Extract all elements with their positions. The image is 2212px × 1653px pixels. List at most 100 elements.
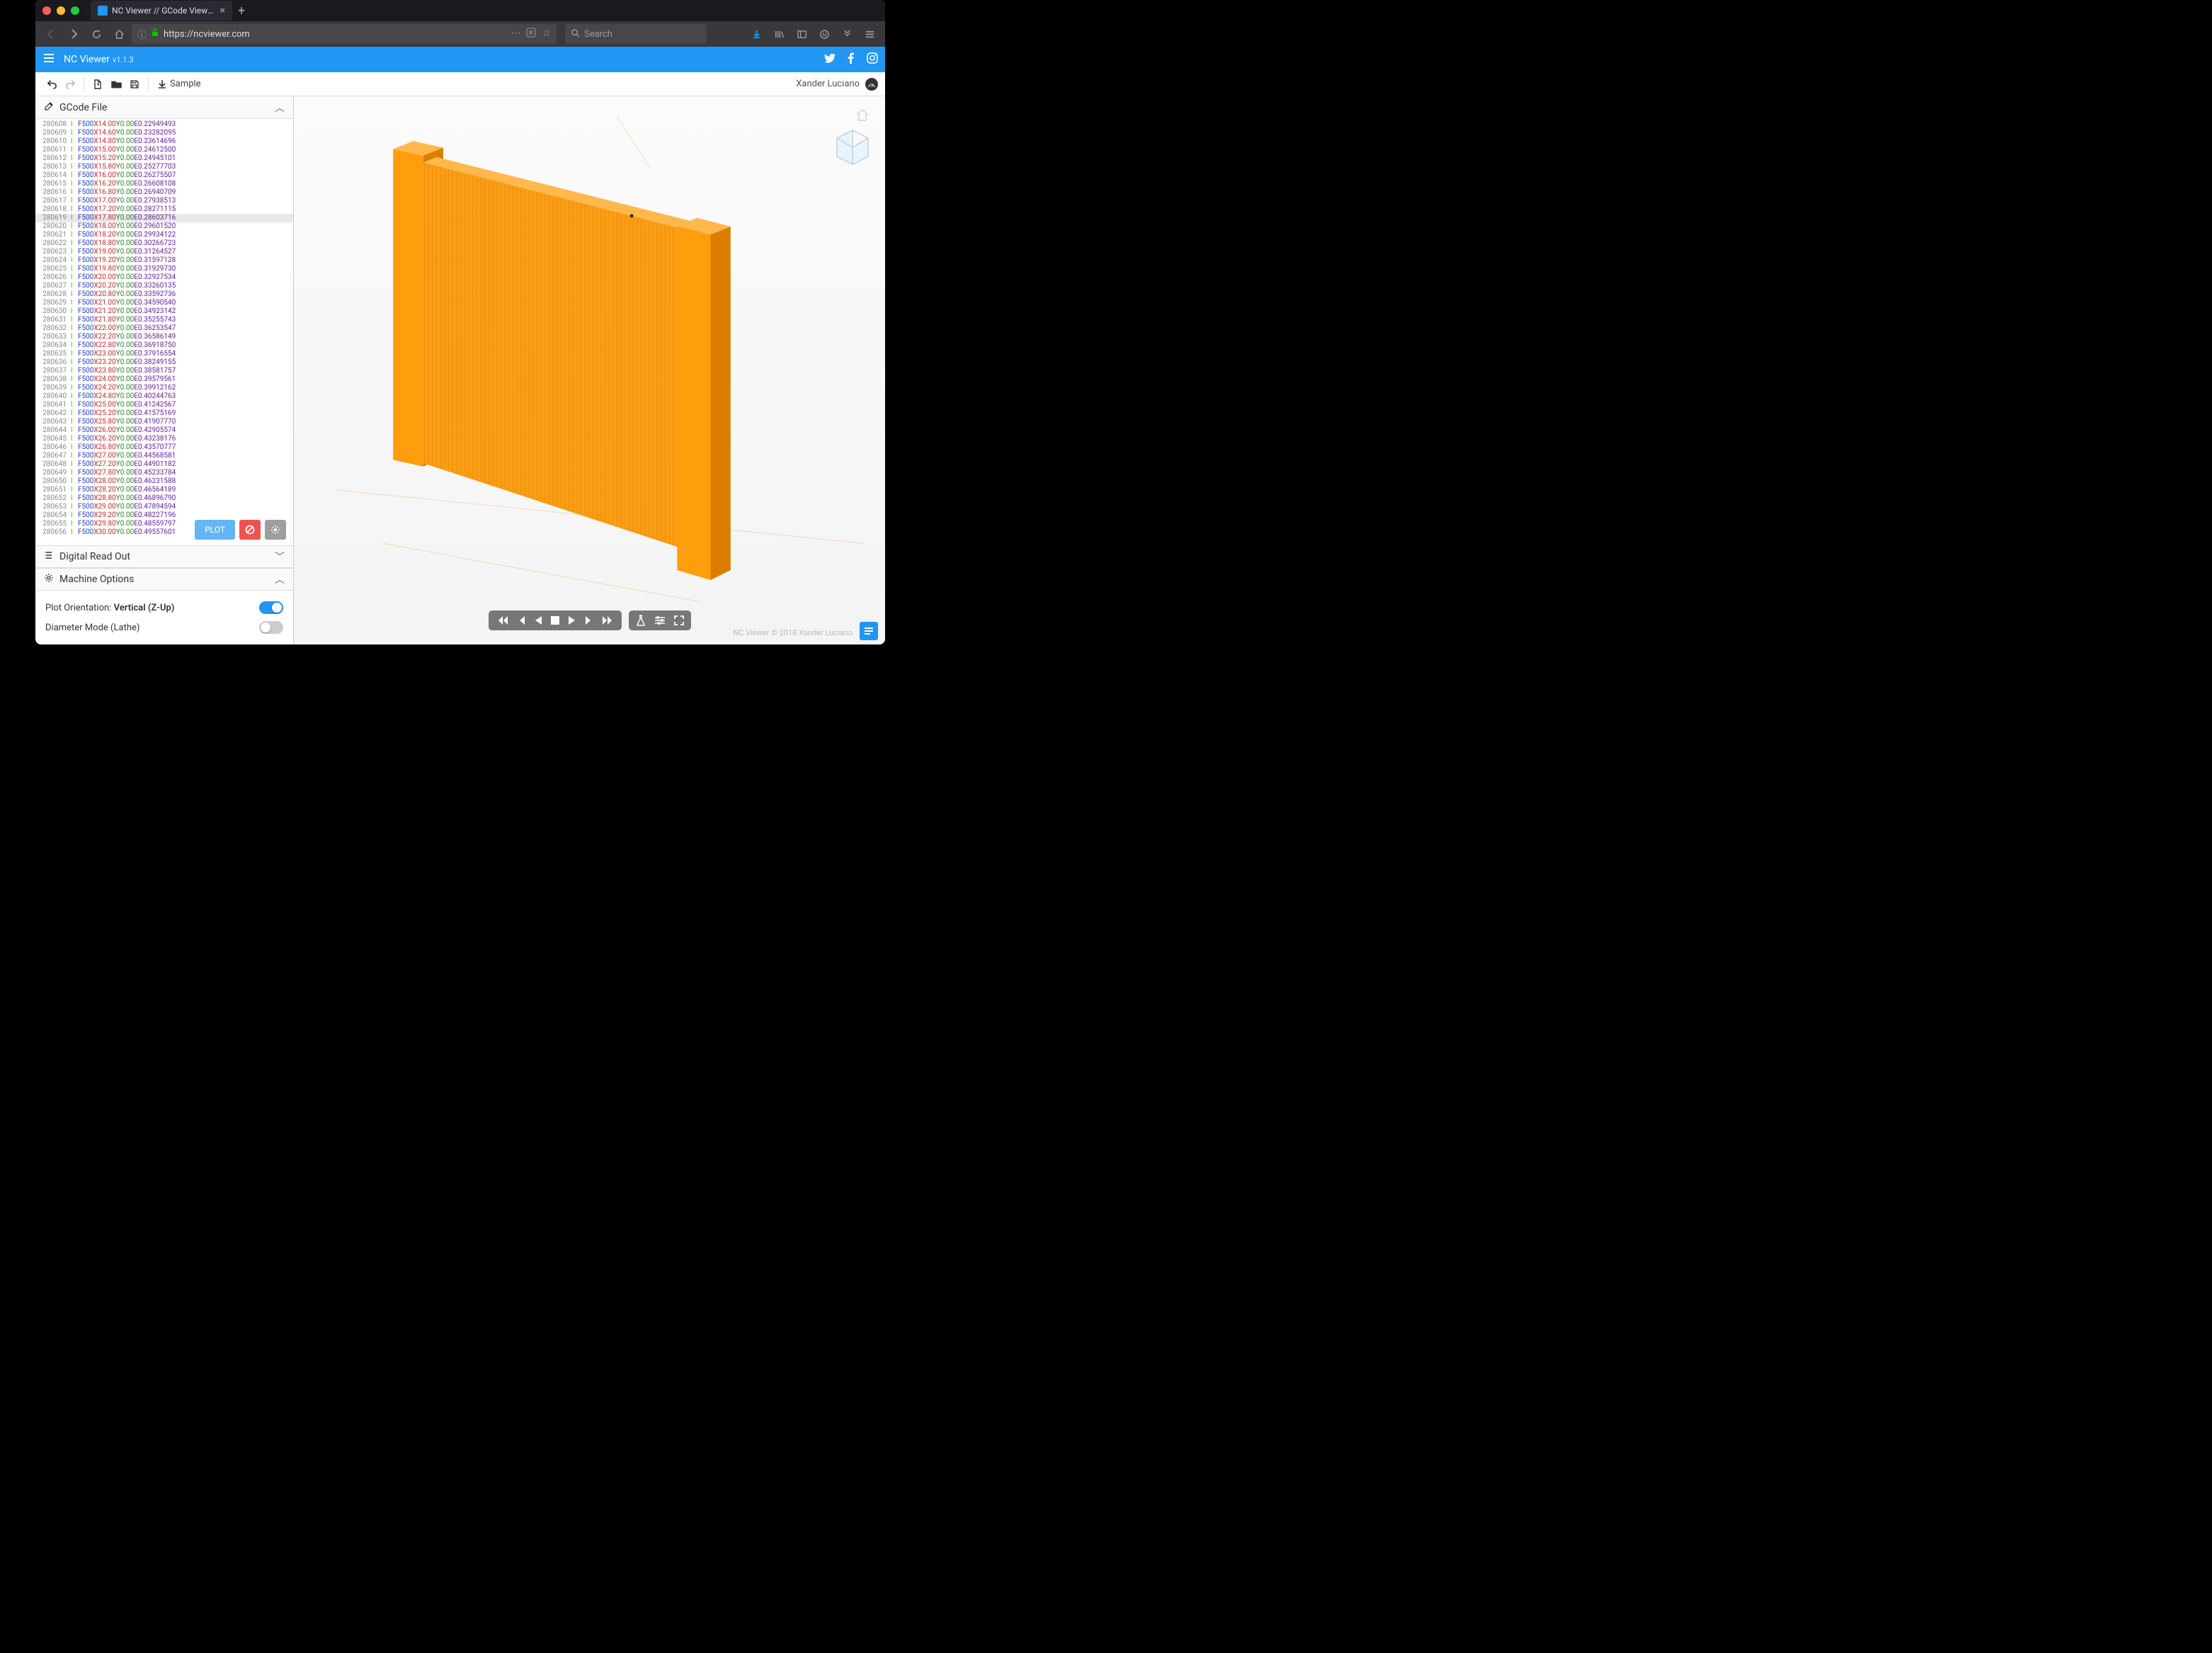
- code-line[interactable]: 280617l F500 X17.00 Y0.00 E0.27938513: [35, 197, 293, 205]
- code-line[interactable]: 280609l F500 X14.60 Y0.00 E0.23282095: [35, 129, 293, 137]
- open-file-button[interactable]: [107, 75, 125, 93]
- code-line[interactable]: 280651l F500 X28.20 Y0.00 E0.46564189: [35, 486, 293, 494]
- code-line[interactable]: 280649l F500 X27.80 Y0.00 E0.45233784: [35, 469, 293, 477]
- code-line[interactable]: 280639l F500 X24.20 Y0.00 E0.39912162: [35, 384, 293, 392]
- code-line[interactable]: 280628l F500 X20.80 Y0.00 E0.33592736: [35, 290, 293, 299]
- code-line[interactable]: 280623l F500 X19.00 Y0.00 E0.31264527: [35, 248, 293, 256]
- close-window-button[interactable]: [42, 6, 51, 15]
- library-button[interactable]: [769, 24, 789, 44]
- code-line[interactable]: 280612l F500 X15.20 Y0.00 E0.24945101: [35, 154, 293, 163]
- close-tab-button[interactable]: ×: [220, 5, 225, 16]
- browser-tab[interactable]: NC Viewer // GCode Viewer and… ×: [91, 1, 232, 21]
- rewind-start-button[interactable]: [496, 615, 508, 626]
- code-line[interactable]: 280635l F500 X23.00 Y0.00 E0.37916554: [35, 350, 293, 358]
- twitter-icon[interactable]: [824, 52, 836, 67]
- overflow-button[interactable]: [837, 24, 857, 44]
- code-line[interactable]: 280627l F500 X20.20 Y0.00 E0.33260135: [35, 282, 293, 290]
- menu-button[interactable]: [860, 24, 879, 44]
- code-line[interactable]: 280629l F500 X21.00 Y0.00 E0.34590540: [35, 299, 293, 307]
- sidebar-button[interactable]: [792, 24, 811, 44]
- code-line[interactable]: 280634l F500 X22.80 Y0.00 E0.36918750: [35, 341, 293, 350]
- bookmark-icon[interactable]: ☆: [542, 28, 551, 40]
- machine-panel-header[interactable]: Machine Options ︿: [35, 568, 293, 591]
- code-line[interactable]: 280645l F500 X26.20 Y0.00 E0.43238176: [35, 435, 293, 443]
- code-line[interactable]: 280653l F500 X29.00 Y0.00 E0.47894594: [35, 503, 293, 511]
- new-tab-button[interactable]: +: [238, 4, 245, 18]
- play-button[interactable]: [568, 615, 576, 626]
- menu-icon[interactable]: [42, 52, 64, 68]
- more-icon[interactable]: ⋯: [511, 28, 520, 40]
- 3d-viewport[interactable]: NC Viewer © 2018 Xander Luciano: [294, 96, 885, 644]
- facebook-icon[interactable]: [845, 52, 857, 67]
- gcode-panel-header[interactable]: GCode File ︿: [35, 96, 293, 119]
- plot-button[interactable]: PLOT: [195, 520, 235, 540]
- footer-logo[interactable]: [860, 622, 878, 640]
- save-file-button[interactable]: [125, 75, 144, 93]
- code-line[interactable]: 280648l F500 X27.20 Y0.00 E0.44901182: [35, 460, 293, 469]
- home-button[interactable]: [109, 24, 129, 44]
- code-line[interactable]: 280654l F500 X29.20 Y0.00 E0.48227196: [35, 511, 293, 520]
- sample-button[interactable]: Sample: [153, 79, 205, 89]
- code-line[interactable]: 280641l F500 X25.00 Y0.00 E0.41242567: [35, 401, 293, 409]
- code-line[interactable]: 280631l F500 X21.80 Y0.00 E0.35255743: [35, 316, 293, 324]
- code-line[interactable]: 280636l F500 X23.20 Y0.00 E0.38249155: [35, 358, 293, 367]
- clear-button[interactable]: [239, 520, 261, 540]
- code-line[interactable]: 280622l F500 X18.80 Y0.00 E0.30266723: [35, 239, 293, 248]
- code-line[interactable]: 280644l F500 X26.00 Y0.00 E0.42905574: [35, 426, 293, 435]
- undo-button[interactable]: [42, 75, 61, 93]
- reader-icon[interactable]: [526, 28, 536, 40]
- code-line[interactable]: 280650l F500 X28.00 Y0.00 E0.46231588: [35, 477, 293, 486]
- fullscreen-icon[interactable]: [674, 615, 684, 625]
- code-line[interactable]: 280647l F500 X27.00 Y0.00 E0.44568581: [35, 452, 293, 460]
- new-file-button[interactable]: [89, 75, 107, 93]
- code-line[interactable]: 280626l F500 X20.00 Y0.00 E0.32927534: [35, 273, 293, 282]
- orientation-toggle[interactable]: [259, 601, 283, 614]
- minimize-window-button[interactable]: [57, 6, 65, 15]
- back-button[interactable]: [41, 24, 61, 44]
- forward-end-button[interactable]: [602, 615, 615, 626]
- code-line[interactable]: 280640l F500 X24.80 Y0.00 E0.40244763: [35, 392, 293, 401]
- code-line[interactable]: 280613l F500 X15.80 Y0.00 E0.25277703: [35, 163, 293, 171]
- step-forward-button[interactable]: [585, 615, 593, 626]
- code-line[interactable]: 280646l F500 X26.80 Y0.00 E0.43570777: [35, 443, 293, 452]
- code-line[interactable]: 280619l F500 X17.80 Y0.00 E0.28603716: [35, 214, 293, 222]
- settings-button[interactable]: [265, 520, 286, 540]
- code-line[interactable]: 280614l F500 X16.00 Y0.00 E0.26275507: [35, 171, 293, 180]
- code-line[interactable]: 280632l F500 X22.00 Y0.00 E0.36253547: [35, 324, 293, 333]
- code-line[interactable]: 280643l F500 X25.80 Y0.00 E0.41907770: [35, 418, 293, 426]
- code-line[interactable]: 280630l F500 X21.20 Y0.00 E0.34923142: [35, 307, 293, 316]
- dashboard-icon[interactable]: [865, 78, 878, 91]
- play-back-button[interactable]: [534, 615, 542, 626]
- reload-button[interactable]: [86, 24, 106, 44]
- diameter-toggle[interactable]: [259, 621, 283, 634]
- code-line[interactable]: 280608l F500 X14.00 Y0.00 E0.22949493: [35, 120, 293, 129]
- extension-m-button[interactable]: M: [814, 24, 834, 44]
- code-line[interactable]: 280652l F500 X28.80 Y0.00 E0.46896790: [35, 494, 293, 503]
- download-button[interactable]: [746, 24, 766, 44]
- code-line[interactable]: 280618l F500 X17.20 Y0.00 E0.28271115: [35, 205, 293, 214]
- code-line[interactable]: 280637l F500 X23.80 Y0.00 E0.38581757: [35, 367, 293, 375]
- sliders-icon[interactable]: [654, 615, 666, 625]
- code-line[interactable]: 280625l F500 X19.80 Y0.00 E0.31929730: [35, 265, 293, 273]
- code-line[interactable]: 280616l F500 X16.80 Y0.00 E0.26940709: [35, 188, 293, 197]
- dro-panel-header[interactable]: Digital Read Out ﹀: [35, 545, 293, 568]
- instagram-icon[interactable]: [867, 52, 878, 67]
- code-line[interactable]: 280620l F500 X18.00 Y0.00 E0.29601520: [35, 222, 293, 231]
- flask-icon[interactable]: [636, 615, 646, 626]
- info-icon[interactable]: ⓘ: [137, 28, 147, 41]
- search-bar[interactable]: Search: [565, 24, 707, 44]
- forward-button[interactable]: [64, 24, 84, 44]
- code-line[interactable]: 280615l F500 X16.20 Y0.00 E0.26608108: [35, 180, 293, 188]
- code-line[interactable]: 280611l F500 X15.00 Y0.00 E0.24612500: [35, 146, 293, 154]
- code-line[interactable]: 280624l F500 X19.20 Y0.00 E0.31597128: [35, 256, 293, 265]
- code-line[interactable]: 280633l F500 X22.20 Y0.00 E0.36586149: [35, 333, 293, 341]
- code-line[interactable]: 280621l F500 X18.20 Y0.00 E0.29934122: [35, 231, 293, 239]
- step-back-button[interactable]: [517, 615, 525, 626]
- code-editor[interactable]: 280608l F500 X14.00 Y0.00 E0.22949493280…: [35, 119, 293, 545]
- code-line[interactable]: 280642l F500 X25.20 Y0.00 E0.41575169: [35, 409, 293, 418]
- maximize-window-button[interactable]: [71, 6, 79, 15]
- code-line[interactable]: 280610l F500 X14.80 Y0.00 E0.23614696: [35, 137, 293, 146]
- stop-button[interactable]: [551, 616, 559, 625]
- code-line[interactable]: 280638l F500 X24.00 Y0.00 E0.39579561: [35, 375, 293, 384]
- url-bar[interactable]: ⓘ https://ncviewer.com ⋯ ☆: [132, 24, 557, 44]
